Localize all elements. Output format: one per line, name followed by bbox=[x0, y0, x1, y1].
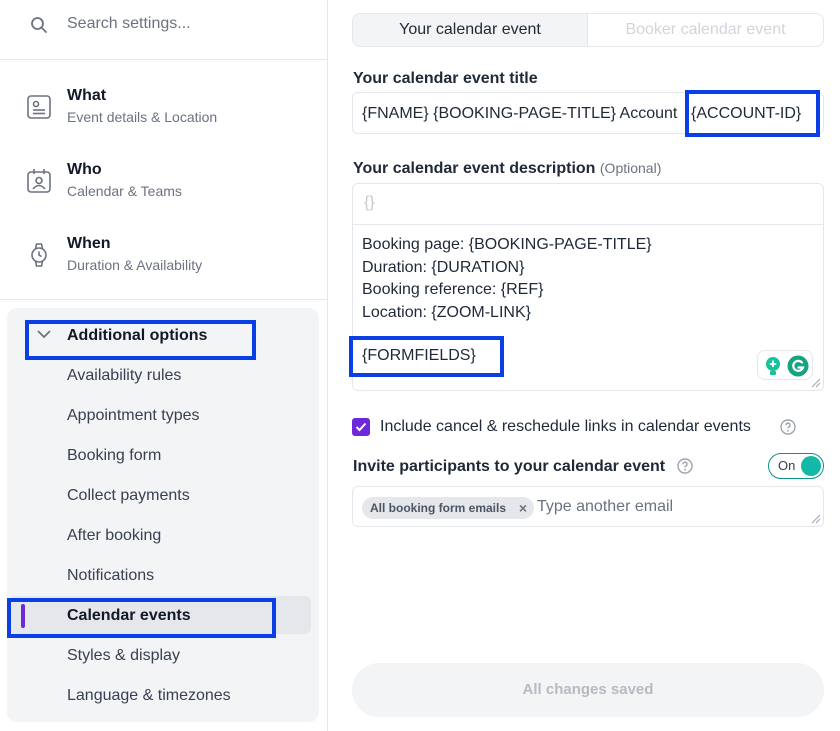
sidebar-item-availability-rules[interactable]: Availability rules bbox=[67, 367, 181, 385]
nav-title: What bbox=[67, 87, 107, 104]
description-line: Duration: {DURATION} bbox=[362, 259, 525, 276]
additional-options-title: Additional options bbox=[67, 327, 208, 344]
description-line: Location: {ZOOM-LINK} bbox=[362, 304, 531, 321]
chevron-down-icon bbox=[37, 330, 51, 339]
check-icon bbox=[355, 422, 367, 432]
participant-emails-input[interactable]: All booking form emails × Type another e… bbox=[352, 486, 824, 527]
grammarly-widget[interactable] bbox=[757, 350, 813, 380]
description-line: {FORMFIELDS} bbox=[362, 347, 476, 364]
toggle-knob bbox=[801, 456, 821, 476]
sidebar-item-styles-display[interactable]: Styles & display bbox=[67, 647, 180, 665]
nav-item-when[interactable]: When Duration & Availability bbox=[0, 235, 327, 295]
optional-tag: (Optional) bbox=[599, 160, 662, 176]
sidebar-item-notifications[interactable]: Notifications bbox=[67, 567, 154, 585]
resize-handle-icon[interactable] bbox=[811, 378, 821, 388]
title-field-label: Your calendar event title bbox=[353, 70, 538, 87]
calendar-event-tabs: Your calendar event Booker calendar even… bbox=[352, 13, 824, 47]
invite-participants-toggle[interactable]: On bbox=[768, 453, 824, 479]
calendar-team-icon bbox=[27, 169, 51, 193]
invite-label: Invite participants to your calendar eve… bbox=[353, 458, 666, 475]
sidebar-item-booking-form[interactable]: Booking form bbox=[67, 447, 161, 465]
search-bar[interactable]: Search settings... bbox=[0, 0, 327, 60]
nav-title: Who bbox=[67, 161, 102, 178]
grammarly-icon bbox=[787, 355, 809, 377]
nav-subtitle: Event details & Location bbox=[67, 109, 218, 125]
save-button-label: All changes saved bbox=[522, 681, 654, 698]
nav-item-who[interactable]: Who Calendar & Teams bbox=[0, 161, 327, 221]
save-button[interactable]: All changes saved bbox=[352, 663, 824, 717]
event-title-value: {FNAME} {BOOKING-PAGE-TITLE} Account bbox=[362, 105, 678, 122]
search-icon bbox=[31, 17, 47, 33]
insert-variable-icon[interactable]: {} bbox=[364, 194, 375, 212]
event-title-value-tail: {ACCOUNT-ID} bbox=[691, 105, 802, 122]
sidebar-item-calendar-events[interactable]: Calendar events bbox=[67, 607, 191, 625]
additional-options-toggle[interactable]: Additional options bbox=[29, 321, 269, 351]
nav-title: When bbox=[67, 235, 111, 252]
search-input[interactable]: Search settings... bbox=[67, 15, 191, 33]
additional-options-panel: Additional options Availability rules Ap… bbox=[7, 308, 319, 722]
sidebar-item-language-timezones[interactable]: Language & timezones bbox=[67, 687, 231, 705]
settings-sidebar: Search settings... What Event details & … bbox=[0, 0, 328, 731]
email-chip: All booking form emails × bbox=[362, 497, 535, 519]
nav-item-what[interactable]: What Event details & Location bbox=[0, 87, 327, 147]
sidebar-item-appointment-types[interactable]: Appointment types bbox=[67, 407, 200, 425]
remove-chip-icon[interactable]: × bbox=[519, 497, 527, 519]
watch-icon bbox=[31, 243, 47, 267]
description-line: Booking page: {BOOKING-PAGE-TITLE} bbox=[362, 236, 652, 253]
email-input-placeholder[interactable]: Type another email bbox=[537, 498, 673, 516]
resize-handle-icon[interactable] bbox=[811, 514, 821, 524]
include-links-label: Include cancel & reschedule links in cal… bbox=[380, 418, 751, 435]
email-chip-label: All booking form emails bbox=[370, 501, 507, 515]
tab-booker-calendar-event[interactable]: Booker calendar event bbox=[588, 14, 823, 46]
nav-subtitle: Duration & Availability bbox=[67, 257, 203, 273]
event-description-editor[interactable]: {} Booking page: {BOOKING-PAGE-TITLE} Du… bbox=[352, 183, 824, 391]
main-nav: What Event details & Location Who Calend… bbox=[0, 60, 327, 300]
editor-toolbar: {} bbox=[353, 184, 823, 225]
sidebar-item-collect-payments[interactable]: Collect payments bbox=[67, 487, 190, 505]
sidebar-item-after-booking[interactable]: After booking bbox=[67, 527, 161, 545]
help-icon[interactable] bbox=[677, 458, 693, 474]
description-line: Booking reference: {REF} bbox=[362, 281, 544, 298]
active-indicator bbox=[21, 604, 25, 628]
help-icon[interactable] bbox=[780, 419, 796, 435]
lightbulb-icon bbox=[766, 357, 780, 375]
nav-subtitle: Calendar & Teams bbox=[67, 183, 182, 199]
tab-your-calendar-event[interactable]: Your calendar event bbox=[353, 14, 588, 46]
include-links-checkbox[interactable] bbox=[352, 418, 370, 436]
description-label-text: Your calendar event description bbox=[353, 160, 596, 177]
event-title-input[interactable]: {FNAME} {BOOKING-PAGE-TITLE} Account {AC… bbox=[352, 92, 824, 134]
event-details-icon bbox=[27, 95, 51, 119]
toggle-state: On bbox=[778, 458, 796, 473]
description-field-label: Your calendar event description (Optiona… bbox=[353, 160, 661, 178]
